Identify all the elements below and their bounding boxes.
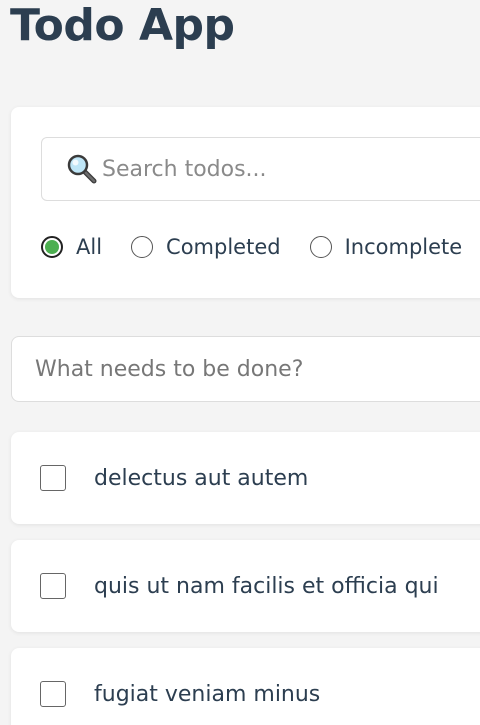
- filter-incomplete-label: Incomplete: [344, 235, 463, 259]
- filter-completed-label: Completed: [166, 235, 281, 259]
- todo-text: delectus aut autem: [94, 465, 309, 491]
- page-title: Todo App: [10, 0, 235, 51]
- todo-item: quis ut nam facilis et officia qui: [11, 540, 480, 632]
- todo-item: delectus aut autem: [11, 432, 480, 524]
- filter-incomplete-radio[interactable]: [309, 236, 332, 258]
- filter-completed[interactable]: Completed: [131, 235, 281, 259]
- search-box[interactable]: [41, 137, 480, 201]
- todo-app-page: Todo App All Completed: [0, 0, 480, 725]
- todo-item: fugiat veniam minus: [11, 648, 480, 725]
- search-filter-panel: All Completed Incomplete: [11, 107, 480, 298]
- todo-checkbox[interactable]: [40, 573, 66, 599]
- todo-text: quis ut nam facilis et officia qui: [94, 573, 439, 599]
- filter-all[interactable]: All: [41, 235, 102, 259]
- todo-checkbox[interactable]: [40, 681, 66, 707]
- new-todo-box[interactable]: [11, 336, 480, 402]
- magnifier-icon: [64, 151, 100, 187]
- filter-completed-radio[interactable]: [131, 236, 154, 258]
- status-filter-group: All Completed Incomplete: [41, 235, 480, 259]
- filter-all-label: All: [76, 235, 103, 259]
- todo-text: fugiat veniam minus: [94, 681, 321, 707]
- new-todo-input[interactable]: [35, 356, 475, 382]
- todo-checkbox[interactable]: [40, 465, 66, 491]
- filter-incomplete[interactable]: Incomplete: [309, 235, 463, 259]
- filter-all-radio[interactable]: [41, 236, 63, 258]
- search-input[interactable]: [102, 156, 462, 182]
